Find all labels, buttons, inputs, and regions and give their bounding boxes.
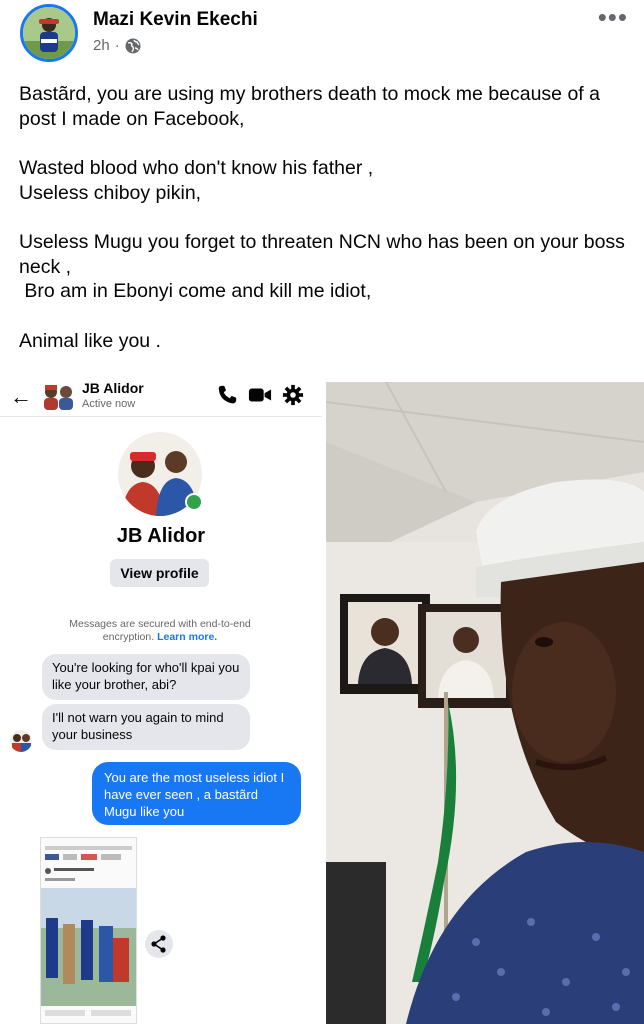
call-actions [216, 384, 304, 406]
encryption-notice: Messages are secured with end-to-end enc… [60, 618, 260, 644]
post-text: Bastãrd, you are using my brothers death… [19, 82, 629, 378]
phone-icon[interactable] [216, 384, 238, 406]
messenger-topbar: ← JB Alidor Active now [0, 382, 322, 416]
post-line: Useless chiboy pikin, [19, 181, 202, 204]
meta-separator: · [114, 37, 120, 54]
sender-avatar [10, 730, 32, 752]
selfie-image [326, 382, 644, 1024]
post-header: Mazi Kevin Ekechi 2h · ••• [0, 0, 644, 70]
topbar-divider [0, 416, 322, 417]
author-avatar[interactable] [20, 4, 78, 62]
post-paragraph: Animal like you . [19, 329, 629, 354]
messenger-screenshot[interactable]: ← JB Alidor Active now JB Alidor View pr… [0, 382, 322, 1024]
share-icon[interactable] [145, 930, 173, 958]
thumbnail-image [41, 838, 136, 1023]
learn-more-link[interactable]: Learn more. [157, 631, 217, 643]
post-line: Animal like you . [19, 329, 161, 352]
contact-name-small: JB Alidor [82, 382, 144, 396]
post-line: Useless Mugu you forget to threaten NCN … [19, 231, 625, 278]
online-indicator [185, 493, 203, 511]
active-status: Active now [82, 398, 136, 410]
incoming-message[interactable]: You're looking for who'll kpai you like … [42, 654, 250, 700]
post-photos[interactable]: ← JB Alidor Active now JB Alidor View pr… [0, 382, 644, 1024]
contact-name-large: JB Alidor [116, 525, 206, 547]
post-paragraph: Useless Mugu you forget to threaten NCN … [19, 230, 629, 304]
back-arrow-icon[interactable]: ← [10, 384, 32, 410]
selfie-photo[interactable] [326, 382, 644, 1024]
post-time[interactable]: 2h [93, 37, 110, 54]
post-line: Bastãrd, you are using my brothers death… [19, 83, 600, 130]
view-profile-button[interactable]: View profile [110, 559, 209, 587]
more-icon[interactable]: ••• [598, 2, 628, 33]
post-line: Wasted blood who don't know his father , [19, 157, 374, 179]
post-paragraph: Wasted blood who don't know his father ,… [19, 156, 629, 205]
post-paragraph: Bastãrd, you are using my brothers death… [19, 82, 629, 131]
outgoing-message[interactable]: You are the most useless idiot I have ev… [92, 762, 301, 825]
incoming-message[interactable]: I'll not warn you again to mind your bus… [42, 704, 250, 750]
avatar-image [23, 7, 75, 59]
contact-avatar-small[interactable] [42, 382, 74, 410]
post-meta: 2h · [93, 37, 141, 54]
author-name[interactable]: Mazi Kevin Ekechi [93, 9, 258, 31]
shared-post-thumbnail[interactable] [40, 837, 137, 1024]
gear-icon[interactable] [282, 384, 304, 406]
post-line: Bro am in Ebonyi come and kill me idiot, [19, 280, 372, 302]
video-icon[interactable] [248, 384, 272, 406]
globe-icon [125, 38, 141, 53]
